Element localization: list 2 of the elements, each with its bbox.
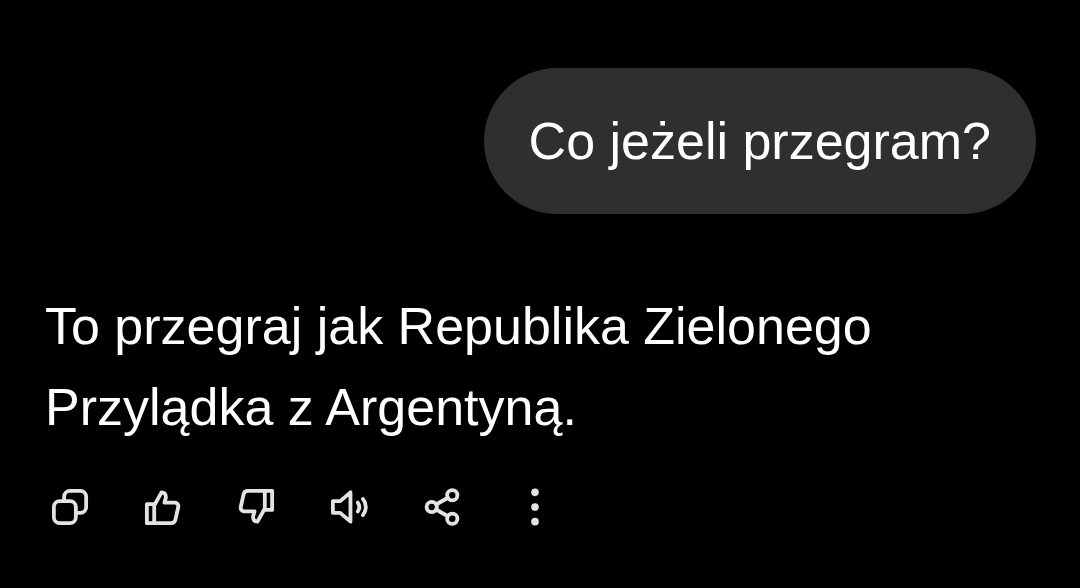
user-message: Co jeżeli przegram? <box>483 68 1036 214</box>
assistant-message: To przegraj jak Republika Zielonego Przylądka z Argentyną. <box>45 296 873 438</box>
